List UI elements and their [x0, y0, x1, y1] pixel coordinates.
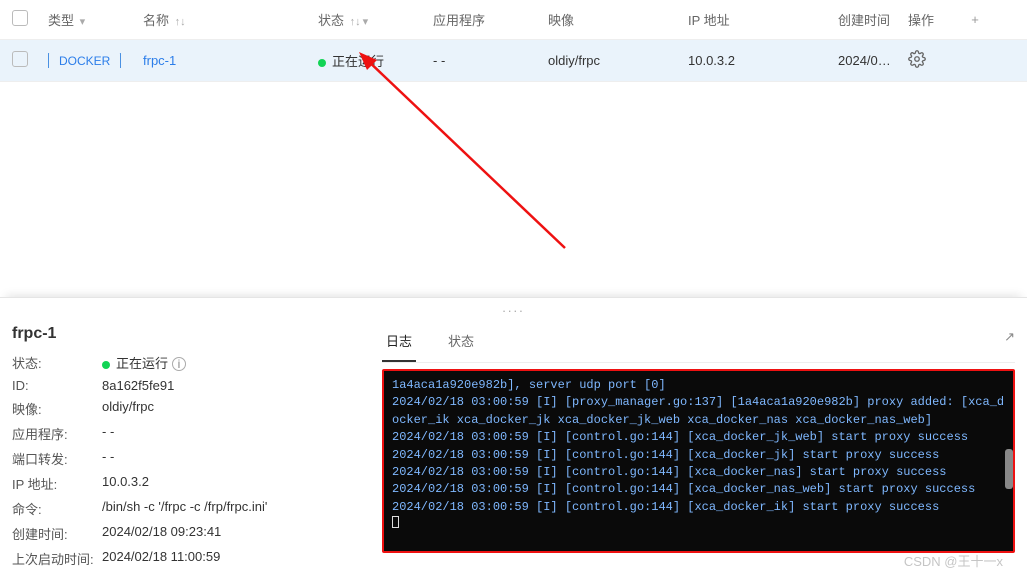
- label-status: 状态:: [12, 353, 102, 372]
- table-header-row: 类型 ▾ 名称 ↑↓ 状态 ↑↓▾ 应用程序 映像 IP 地址 创建时间 操作 …: [0, 0, 1027, 40]
- col-op: 操作: [900, 10, 960, 29]
- label-app: 应用程序:: [12, 424, 102, 443]
- detail-logs-panel: 日志 状态 ↗ 1a4aca1a920e982b], server udp po…: [382, 325, 1015, 574]
- value-status: 正在运行: [116, 356, 168, 371]
- status-dot-icon: [318, 59, 326, 67]
- type-badge: DOCKER: [48, 53, 121, 68]
- value-port: - -: [102, 449, 114, 468]
- open-external-icon[interactable]: ↗: [1004, 329, 1015, 345]
- detail-info: frpc-1 状态: 正在运行 i ID:8a162f5fe91 映像:oldiy/…: [12, 325, 362, 574]
- label-port: 端口转发:: [12, 449, 102, 468]
- info-icon[interactable]: i: [172, 357, 186, 371]
- value-last-start: 2024/02/18 11:00:59: [102, 549, 220, 568]
- annotation-arrow-icon: [355, 48, 585, 258]
- col-image: 映像: [540, 10, 680, 29]
- value-app: - -: [102, 424, 114, 443]
- col-ip: IP 地址: [680, 10, 830, 29]
- watermark-text: CSDN @王十一x: [904, 551, 1003, 570]
- label-image: 映像:: [12, 399, 102, 418]
- col-status[interactable]: 状态 ↑↓▾: [310, 10, 425, 29]
- status-dot-icon: [102, 361, 110, 369]
- label-last-start: 上次启动时间:: [12, 549, 102, 568]
- value-image: oldiy/frpc: [102, 399, 154, 418]
- value-cmd: /bin/sh -c '/frpc -c /frp/frpc.ini': [102, 499, 267, 518]
- cell-ip: 10.0.3.2: [680, 53, 830, 68]
- sort-icon[interactable]: ↑↓: [350, 16, 361, 28]
- logs-highlight-box: 1a4aca1a920e982b], server udp port [0] 2…: [382, 369, 1015, 553]
- sort-icon[interactable]: ↑↓: [175, 16, 186, 28]
- annotation-layer: [0, 82, 1027, 297]
- col-type[interactable]: 类型 ▾: [40, 10, 135, 29]
- select-all-checkbox[interactable]: [12, 10, 28, 26]
- log-terminal[interactable]: 1a4aca1a920e982b], server udp port [0] 2…: [384, 371, 1013, 551]
- scrollbar-thumb[interactable]: [1005, 449, 1013, 489]
- col-name[interactable]: 名称 ↑↓: [135, 10, 310, 29]
- value-id: 8a162f5fe91: [102, 378, 174, 393]
- tab-status[interactable]: 状态: [444, 325, 478, 362]
- label-id: ID:: [12, 378, 102, 393]
- detail-title: frpc-1: [12, 325, 362, 343]
- label-cmd: 命令:: [12, 499, 102, 518]
- tab-logs[interactable]: 日志: [382, 325, 416, 362]
- panel-resize-handle[interactable]: ....: [0, 297, 1027, 315]
- add-column-button[interactable]: +: [960, 12, 990, 27]
- cell-created: 2024/02/1: [830, 53, 900, 68]
- row-checkbox[interactable]: [12, 51, 28, 67]
- label-ip: IP 地址:: [12, 474, 102, 493]
- col-app: 应用程序: [425, 10, 540, 29]
- col-created: 创建时间: [830, 10, 900, 29]
- settings-button[interactable]: [908, 50, 926, 68]
- detail-panel: frpc-1 状态: 正在运行 i ID:8a162f5fe91 映像:oldiy/…: [0, 315, 1027, 574]
- value-ip: 10.0.3.2: [102, 474, 149, 493]
- filter-icon[interactable]: ▾: [80, 16, 86, 28]
- filter-icon[interactable]: ▾: [363, 16, 369, 28]
- container-name-link[interactable]: frpc-1: [143, 53, 176, 68]
